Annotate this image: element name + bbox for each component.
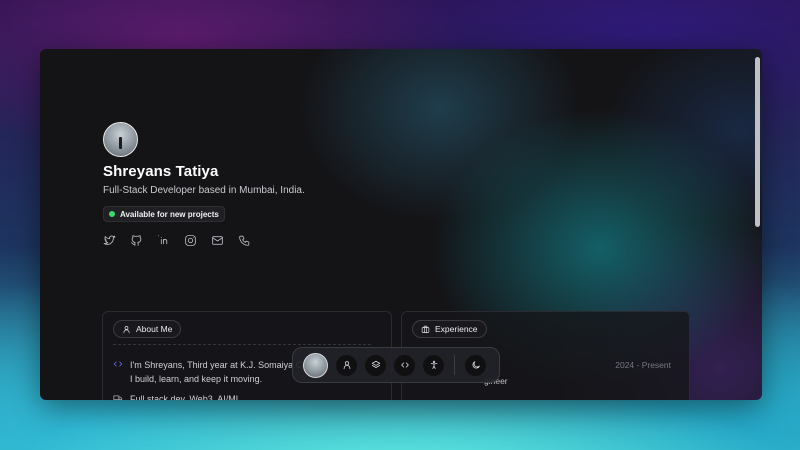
social-links bbox=[103, 234, 305, 247]
about-chip: About Me bbox=[113, 320, 182, 338]
phone-icon[interactable] bbox=[238, 234, 251, 247]
scrollbar[interactable] bbox=[755, 57, 760, 227]
github-icon[interactable] bbox=[130, 234, 143, 247]
status-text: Available for new projects bbox=[120, 209, 219, 219]
dock-theme-button[interactable] bbox=[465, 354, 486, 376]
code-icon bbox=[400, 362, 409, 368]
linkedin-icon[interactable] bbox=[157, 234, 170, 247]
briefcase-icon bbox=[421, 325, 430, 333]
profile-tagline: Full-Stack Developer based in Mumbai, In… bbox=[103, 185, 305, 196]
avatar bbox=[103, 122, 138, 157]
user-icon bbox=[123, 325, 130, 333]
about-intro: I'm Shreyans, Third year at K.J. Somaiya… bbox=[113, 358, 307, 386]
profile-name: Shreyans Tatiya bbox=[103, 163, 219, 180]
experience-date: 2024 - Present bbox=[615, 360, 671, 370]
dock-stack-button[interactable] bbox=[365, 354, 386, 376]
dock-accessibility-button[interactable] bbox=[423, 354, 444, 376]
divider bbox=[113, 344, 371, 345]
dock-avatar[interactable] bbox=[303, 352, 328, 378]
about-intro-line1: I'm Shreyans, Third year at K.J. Somaiya… bbox=[130, 360, 308, 370]
experience-chip: Experience bbox=[412, 320, 487, 338]
mail-icon[interactable] bbox=[211, 234, 224, 247]
dock-separator bbox=[454, 355, 455, 375]
about-chip-label: About Me bbox=[136, 324, 173, 334]
about-stack-text: Full stack dev, Web3, AI/ML bbox=[130, 394, 241, 400]
twitter-icon[interactable] bbox=[103, 234, 116, 247]
about-stack: Full stack dev, Web3, AI/ML bbox=[113, 392, 241, 400]
accessibility-icon bbox=[430, 360, 437, 369]
layers-icon bbox=[371, 360, 380, 368]
truck-icon bbox=[113, 395, 123, 400]
experience-chip-label: Experience bbox=[435, 324, 478, 334]
code-icon bbox=[113, 361, 123, 367]
dock-projects-button[interactable] bbox=[394, 354, 415, 376]
floating-dock bbox=[292, 347, 500, 383]
status-dot bbox=[109, 211, 115, 217]
about-intro-line2: I build, learn, and keep it moving. bbox=[130, 374, 263, 384]
moon-icon bbox=[472, 361, 480, 369]
user-icon bbox=[343, 361, 350, 370]
dock-about-button[interactable] bbox=[336, 354, 357, 376]
status-badge: Available for new projects bbox=[103, 206, 225, 222]
instagram-icon[interactable] bbox=[184, 234, 197, 247]
profile-section: Shreyans Tatiya Full-Stack Developer bas… bbox=[103, 122, 305, 247]
